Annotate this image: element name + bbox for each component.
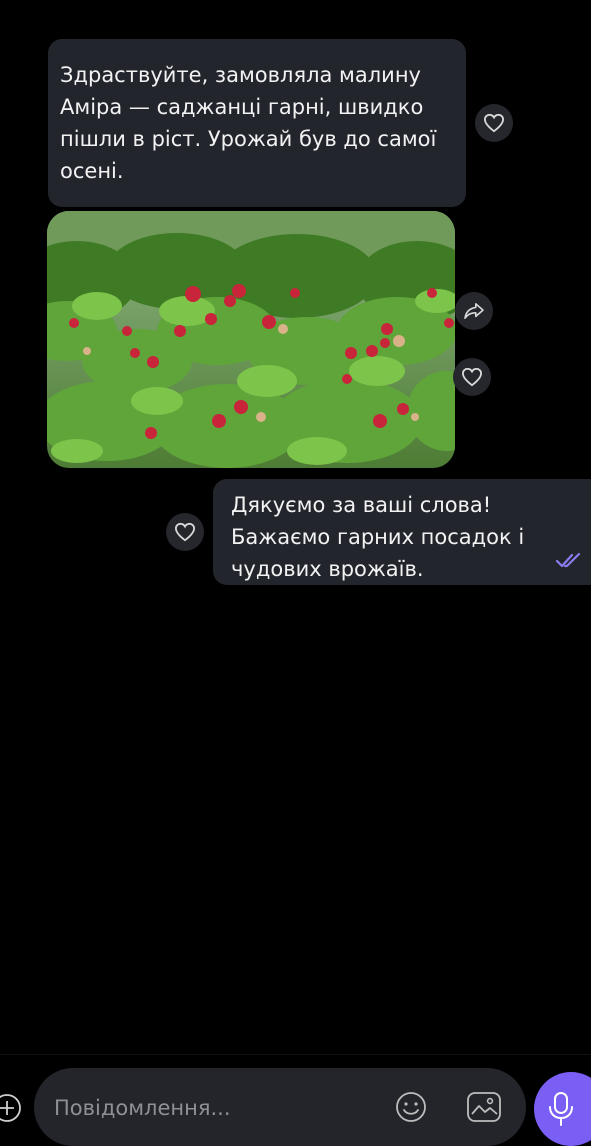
attach-button[interactable]	[0, 1093, 22, 1123]
raspberry-photo[interactable]	[47, 211, 455, 468]
sticker-icon	[467, 1092, 501, 1122]
message-composer	[34, 1068, 526, 1146]
read-receipt-icon	[555, 545, 583, 577]
microphone-icon	[549, 1092, 573, 1126]
emoji-button[interactable]	[394, 1090, 428, 1128]
like-photo-button[interactable]	[453, 358, 491, 396]
plus-icon	[0, 1094, 21, 1122]
forward-button[interactable]	[455, 292, 493, 330]
sticker-button[interactable]	[466, 1090, 502, 1128]
incoming-message-bubble[interactable]: Здраствуйте, замовляла малину Аміра — са…	[48, 39, 466, 207]
smiley-icon	[396, 1092, 426, 1122]
heart-icon	[483, 113, 505, 133]
like-button[interactable]	[475, 104, 513, 142]
heart-icon	[461, 367, 483, 387]
message-input[interactable]	[54, 1092, 374, 1124]
outgoing-message-bubble[interactable]: Дякуємо за ваші слова! Бажаємо гарних по…	[213, 479, 591, 585]
outgoing-message-text: Дякуємо за ваші слова! Бажаємо гарних по…	[231, 493, 525, 581]
voice-message-button[interactable]	[534, 1072, 591, 1146]
heart-icon	[174, 522, 196, 542]
like-reply-button[interactable]	[166, 513, 204, 551]
incoming-message-text: Здраствуйте, замовляла малину Аміра — са…	[60, 63, 437, 183]
share-icon	[464, 302, 484, 320]
composer-divider	[0, 1054, 591, 1055]
